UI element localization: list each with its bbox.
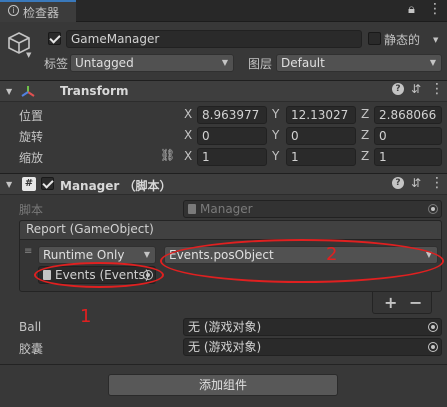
scale-z-field[interactable]: 1: [374, 148, 442, 166]
axis-y-label: Y: [272, 107, 280, 121]
add-component-button[interactable]: 添加组件: [108, 374, 338, 396]
chevron-down-icon: ▼: [143, 250, 150, 259]
tab-inspector[interactable]: i 检查器: [0, 0, 76, 22]
rotation-label: 旋转: [19, 130, 44, 144]
chevron-down-icon[interactable]: ▼: [6, 178, 12, 192]
position-z-field[interactable]: 2.868066: [374, 106, 442, 124]
help-icon[interactable]: ?: [392, 177, 404, 189]
drag-handle-icon[interactable]: ≡: [24, 245, 32, 259]
static-checkbox[interactable]: [368, 32, 381, 45]
tab-title: 检查器: [23, 6, 60, 20]
name-field[interactable]: GameManager: [66, 30, 362, 48]
axis-x-label: X: [184, 149, 193, 163]
layer-label: 图层: [248, 57, 273, 71]
annotation-ellipse-2: [160, 239, 444, 283]
link-icon[interactable]: ⛓︎: [160, 148, 175, 162]
script-file-icon: [188, 204, 196, 214]
tag-label: 标签: [44, 57, 69, 71]
runtime-value: Runtime Only: [43, 248, 125, 262]
active-checkbox[interactable]: [48, 32, 61, 45]
add-component-label: 添加组件: [198, 378, 247, 392]
preset-icon[interactable]: ⇵: [411, 176, 421, 190]
scale-y-field[interactable]: 1: [286, 148, 356, 166]
chevron-down-icon: ▼: [429, 58, 436, 67]
static-label: 静态的: [384, 33, 421, 47]
chevron-down-icon[interactable]: ▼: [26, 48, 31, 62]
script-label: 脚本: [19, 203, 44, 217]
scale-x-field[interactable]: 1: [197, 148, 267, 166]
position-y-field[interactable]: 12.13027: [286, 106, 356, 124]
remove-listener-button[interactable]: −: [409, 293, 422, 312]
position-label: 位置: [19, 109, 44, 123]
axis-x-label: X: [184, 107, 193, 121]
axis-z-label: Z: [361, 128, 370, 142]
menu-icon[interactable]: ⋮: [430, 176, 444, 190]
tag-dropdown[interactable]: Untagged ▼: [70, 54, 234, 72]
annotation-number-2: 2: [326, 244, 338, 265]
preset-icon[interactable]: ⇵: [411, 82, 421, 96]
event-title: Report (GameObject): [26, 222, 154, 236]
layer-dropdown[interactable]: Default ▼: [276, 54, 442, 72]
menu-icon[interactable]: ⋮: [428, 2, 442, 16]
script-value: Manager: [200, 202, 253, 216]
position-x-field[interactable]: 8.963977: [197, 106, 267, 124]
manager-title: Manager （脚本）: [60, 179, 172, 193]
object-picker-icon[interactable]: [428, 322, 438, 332]
capsule-label: 胶囊: [19, 342, 44, 356]
axis-y-label: Y: [272, 128, 280, 142]
lock-icon[interactable]: 🔒︎: [408, 3, 415, 17]
object-picker-icon[interactable]: [428, 342, 438, 352]
add-listener-button[interactable]: +: [384, 293, 397, 312]
axis-y-label: Y: [272, 149, 280, 163]
manager-enabled-checkbox[interactable]: [41, 177, 54, 190]
chevron-down-icon: ▼: [221, 58, 228, 67]
help-icon[interactable]: ?: [392, 83, 404, 95]
rotation-z-field[interactable]: 0: [374, 127, 442, 145]
menu-icon[interactable]: ⋮: [430, 82, 444, 96]
axis-z-label: Z: [361, 107, 370, 121]
layer-value: Default: [281, 56, 325, 70]
capsule-field[interactable]: 无 (游戏对象): [183, 338, 442, 356]
scale-label: 缩放: [19, 151, 44, 165]
chevron-down-icon[interactable]: ▼: [433, 33, 438, 47]
annotation-ellipse-1: [34, 262, 164, 288]
rotation-x-field[interactable]: 0: [197, 127, 267, 145]
annotation-number-1: 1: [80, 306, 92, 327]
script-field: Manager: [183, 200, 442, 218]
rotation-y-field[interactable]: 0: [286, 127, 356, 145]
chevron-down-icon[interactable]: ▼: [6, 85, 12, 99]
axis-z-label: Z: [361, 149, 370, 163]
ball-field[interactable]: 无 (游戏对象): [183, 318, 442, 336]
divider: [0, 364, 447, 365]
transform-icon: [20, 84, 36, 100]
object-picker-icon[interactable]: [428, 204, 438, 214]
script-icon: #: [22, 177, 36, 191]
list-buttons: [372, 292, 432, 314]
ball-label: Ball: [19, 320, 42, 334]
axis-x-label: X: [184, 128, 193, 142]
transform-title: Transform: [60, 84, 129, 98]
tag-value: Untagged: [75, 56, 134, 70]
info-icon: i: [8, 5, 19, 16]
